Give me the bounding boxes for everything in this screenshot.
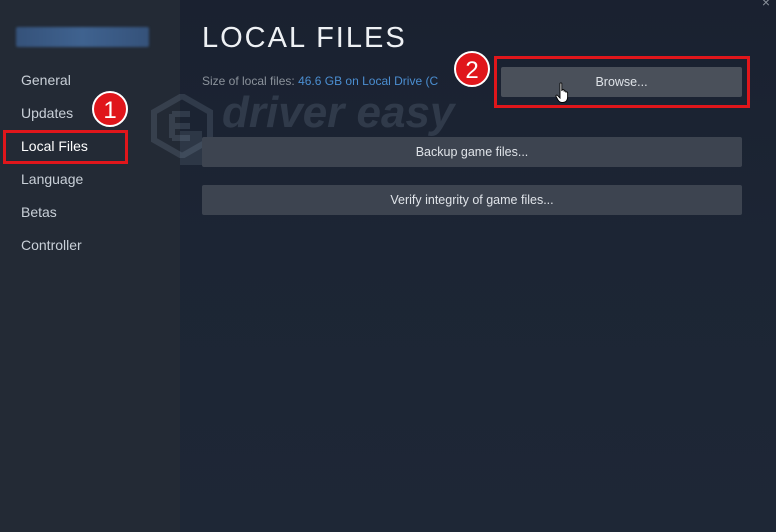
browse-button[interactable]: Browse... — [501, 67, 742, 97]
settings-sidebar: General Updates Local Files Language Bet… — [0, 0, 180, 532]
close-icon[interactable]: × — [762, 0, 770, 10]
sidebar-item-controller[interactable]: Controller — [0, 229, 180, 262]
verify-integrity-button[interactable]: Verify integrity of game files... — [202, 185, 742, 215]
sidebar-item-betas[interactable]: Betas — [0, 196, 180, 229]
hand-pointer-icon — [555, 82, 569, 103]
step-2-badge: 2 — [454, 51, 490, 87]
local-files-size: Size of local files: 46.6 GB on Local Dr… — [202, 74, 438, 88]
backup-game-files-button[interactable]: Backup game files... — [202, 137, 742, 167]
step-1-badge: 1 — [92, 91, 128, 127]
size-value-link[interactable]: 46.6 GB on Local Drive (C — [298, 74, 438, 88]
page-title: LOCAL FILES — [202, 22, 407, 54]
game-title-redacted — [16, 27, 149, 47]
sidebar-item-updates[interactable]: Updates — [0, 97, 180, 130]
sidebar-item-general[interactable]: General — [0, 64, 180, 97]
settings-nav: General Updates Local Files Language Bet… — [0, 64, 180, 262]
size-label: Size of local files: — [202, 74, 295, 88]
active-tab-indicator — [180, 131, 202, 165]
sidebar-item-language[interactable]: Language — [0, 163, 180, 196]
sidebar-item-local-files[interactable]: Local Files — [0, 130, 180, 163]
